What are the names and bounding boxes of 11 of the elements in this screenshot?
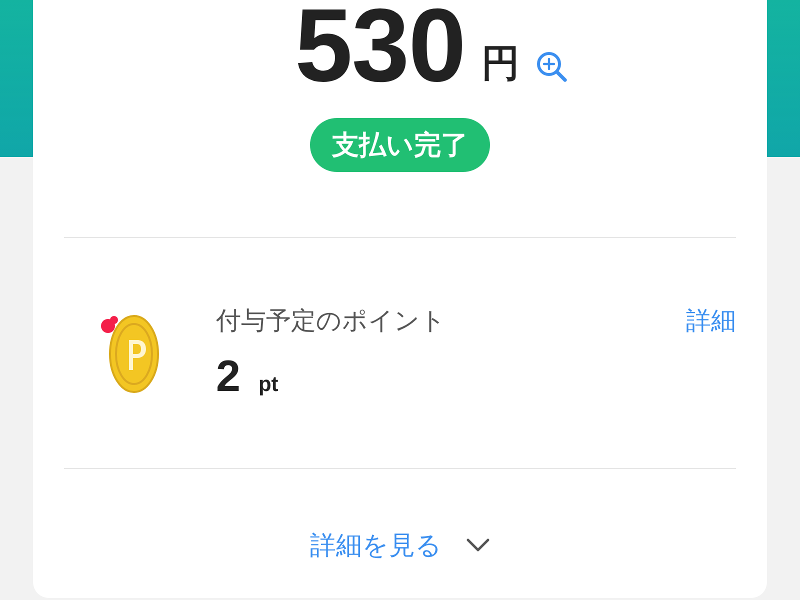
coin-icon: [100, 312, 160, 394]
zoom-in-icon: [536, 51, 568, 83]
currency-unit: 円: [481, 44, 520, 84]
points-label: 付与予定のポイント: [216, 306, 446, 337]
show-details-toggle[interactable]: 詳細を見る: [310, 529, 490, 561]
points-value: 2: [216, 353, 240, 401]
points-unit: pt: [258, 372, 278, 398]
points-details-link[interactable]: 詳細: [686, 305, 736, 337]
amount-value: 530: [294, 0, 466, 96]
payment-complete-badge: 支払い完了: [310, 118, 490, 172]
zoom-in-button[interactable]: [535, 50, 570, 84]
